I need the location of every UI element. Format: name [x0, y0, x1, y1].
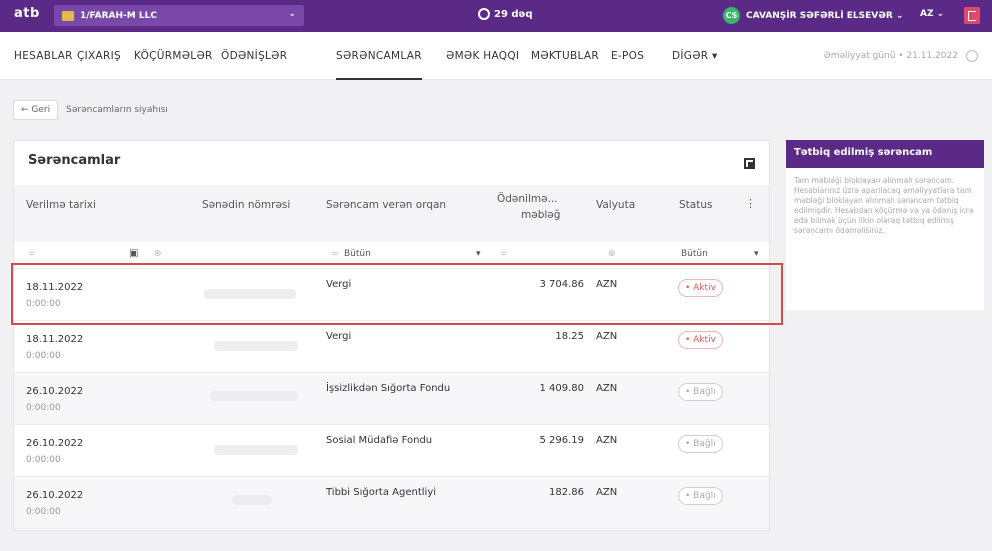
top-bar: atb 1/FARAH-M LLC ⌄ 29 dəq CS CAVANŞİR S… — [0, 0, 992, 32]
nav-kocurmeler[interactable]: KÖÇÜRMƏLƏR — [134, 32, 213, 80]
col-date[interactable]: Verilmə tarixi — [26, 199, 96, 211]
status-filter-caret[interactable]: ▾ — [754, 249, 759, 259]
company-name: 1/FARAH-M LLC — [80, 10, 157, 21]
status-badge: • Aktiv — [678, 331, 723, 349]
calendar-icon[interactable]: ▣ — [129, 248, 138, 259]
row-amount: 18.25 — [555, 331, 584, 342]
col-amount-sub: məbləğ — [521, 209, 561, 221]
nav-emek-haqqi[interactable]: ƏMƏK HAQQI — [446, 32, 519, 80]
row-currency: AZN — [596, 331, 618, 342]
currency-filter-icon[interactable]: ⊕ — [608, 249, 616, 259]
col-doc-number[interactable]: Sənədin nömrəsi — [202, 199, 290, 211]
table-row[interactable]: 18.11.2022 0:00:00 Vergi 18.25 AZN • Akt… — [14, 321, 769, 373]
row-org: İşsizlikdən Sığorta Fondu — [326, 383, 451, 394]
row-time: 0:00:00 — [26, 403, 61, 413]
status-badge: • Bağlı — [678, 487, 723, 505]
bank-logo[interactable]: atb — [14, 6, 40, 21]
orders-card: Sərəncamlar Verilmə tarixi Sənədin nömrə… — [13, 140, 770, 531]
user-menu[interactable]: CS CAVANŞİR SƏFƏRLİ ELSEVƏR ⌄ — [723, 7, 904, 24]
row-org: Vergi — [326, 331, 352, 342]
applied-order-panel: Tətbiq edilmiş sərəncam Tam məbləği blok… — [786, 140, 984, 310]
company-selector[interactable]: 1/FARAH-M LLC ⌄ — [54, 5, 304, 26]
table-header: Verilmə tarixi Sənədin nömrəsi Sərəncam … — [14, 185, 769, 242]
row-date: 26.10.2022 — [26, 386, 84, 397]
redacted-doc-number — [214, 341, 298, 351]
status-badge: • Bağlı — [678, 383, 723, 401]
org-filter-op[interactable]: = — [331, 249, 339, 259]
row-highlight-frame — [11, 263, 783, 325]
col-amount[interactable]: Ödənilmə... — [497, 193, 558, 205]
page-title: Sərəncamlar — [28, 153, 121, 168]
nav-diger[interactable]: DİGƏR ▾ — [672, 32, 718, 80]
nav-odenisler[interactable]: ÖDƏNİŞLƏR — [221, 32, 287, 80]
amount-filter-input[interactable]: = — [500, 249, 508, 259]
nav-cixaris[interactable]: ÇIXARIŞ — [77, 32, 121, 80]
row-org: Tibbi Sığorta Agentliyi — [326, 487, 437, 498]
col-status[interactable]: Status — [679, 199, 712, 211]
row-time: 0:00:00 — [26, 351, 61, 361]
row-amount: 5 296.19 — [539, 435, 584, 446]
status-filter-select[interactable]: Bütün — [681, 249, 708, 259]
redacted-doc-number — [232, 495, 272, 505]
back-button[interactable]: ← Geri — [13, 100, 59, 120]
language-selector[interactable]: AZ ⌄ — [920, 9, 944, 19]
col-org[interactable]: Sərəncam verən orqan — [326, 199, 446, 211]
side-panel-body: Tam məbləği bloklayan alınmalı sərəncam.… — [794, 176, 974, 235]
building-icon — [62, 10, 74, 21]
table-row[interactable]: 26.10.2022 0:00:00 Tibbi Sığorta Agentli… — [14, 477, 769, 529]
operation-day: Əməliyyat günü • 21.11.2022 — [823, 51, 958, 61]
nav-mektublar[interactable]: MƏKTUBLAR — [531, 32, 599, 80]
org-filter-select[interactable]: Bütün — [344, 249, 371, 259]
redacted-doc-number — [214, 445, 298, 455]
main-nav: HESABLAR ÇIXARIŞ KÖÇÜRMƏLƏR ÖDƏNİŞLƏR SƏ… — [0, 32, 992, 80]
timer-icon — [478, 8, 490, 20]
row-currency: AZN — [596, 487, 618, 498]
chevron-down-icon: ⌄ — [288, 9, 296, 19]
avatar: CS — [723, 7, 740, 24]
redacted-doc-number — [210, 391, 298, 401]
breadcrumb: ← Geri Sərəncamların siyahısı — [13, 100, 168, 120]
nav-e-pos[interactable]: E-POS — [611, 32, 644, 80]
row-time: 0:00:00 — [26, 455, 61, 465]
side-panel-title: Tətbiq edilmiş sərəncam — [786, 140, 984, 168]
row-currency: AZN — [596, 435, 618, 446]
org-filter-caret[interactable]: ▾ — [476, 249, 481, 259]
nav-hesablar[interactable]: HESABLAR — [14, 32, 73, 80]
column-menu-icon[interactable]: ⋮ — [745, 197, 756, 210]
row-currency: AZN — [596, 383, 618, 394]
timer-value: 29 dəq — [494, 8, 533, 20]
col-currency[interactable]: Valyuta — [596, 199, 635, 211]
date-filter-input[interactable]: = — [28, 249, 36, 259]
nav-serencamlar[interactable]: SƏRƏNCAMLAR — [336, 32, 422, 80]
session-timer: 29 dəq — [478, 8, 533, 20]
status-badge: • Bağlı — [678, 435, 723, 453]
row-time: 0:00:00 — [26, 507, 61, 517]
row-org: Sosial Müdafiə Fondu — [326, 435, 433, 446]
table-row[interactable]: 26.10.2022 0:00:00 İşsizlikdən Sığorta F… — [14, 373, 769, 425]
row-date: 26.10.2022 — [26, 438, 84, 449]
row-date: 18.11.2022 — [26, 334, 84, 345]
row-amount: 182.86 — [549, 487, 584, 498]
table-row[interactable]: 26.10.2022 0:00:00 Sosial Müdafiə Fondu … — [14, 425, 769, 477]
info-icon[interactable] — [966, 50, 978, 62]
doc-filter-icon[interactable]: ⊕ — [154, 249, 162, 259]
breadcrumb-current: Sərəncamların siyahısı — [66, 105, 168, 115]
row-date: 26.10.2022 — [26, 490, 84, 501]
export-icon[interactable] — [744, 158, 755, 169]
logout-icon[interactable] — [964, 7, 980, 24]
row-amount: 1 409.80 — [539, 383, 584, 394]
user-name: CAVANŞİR SƏFƏRLİ ELSEVƏR ⌄ — [746, 10, 904, 21]
